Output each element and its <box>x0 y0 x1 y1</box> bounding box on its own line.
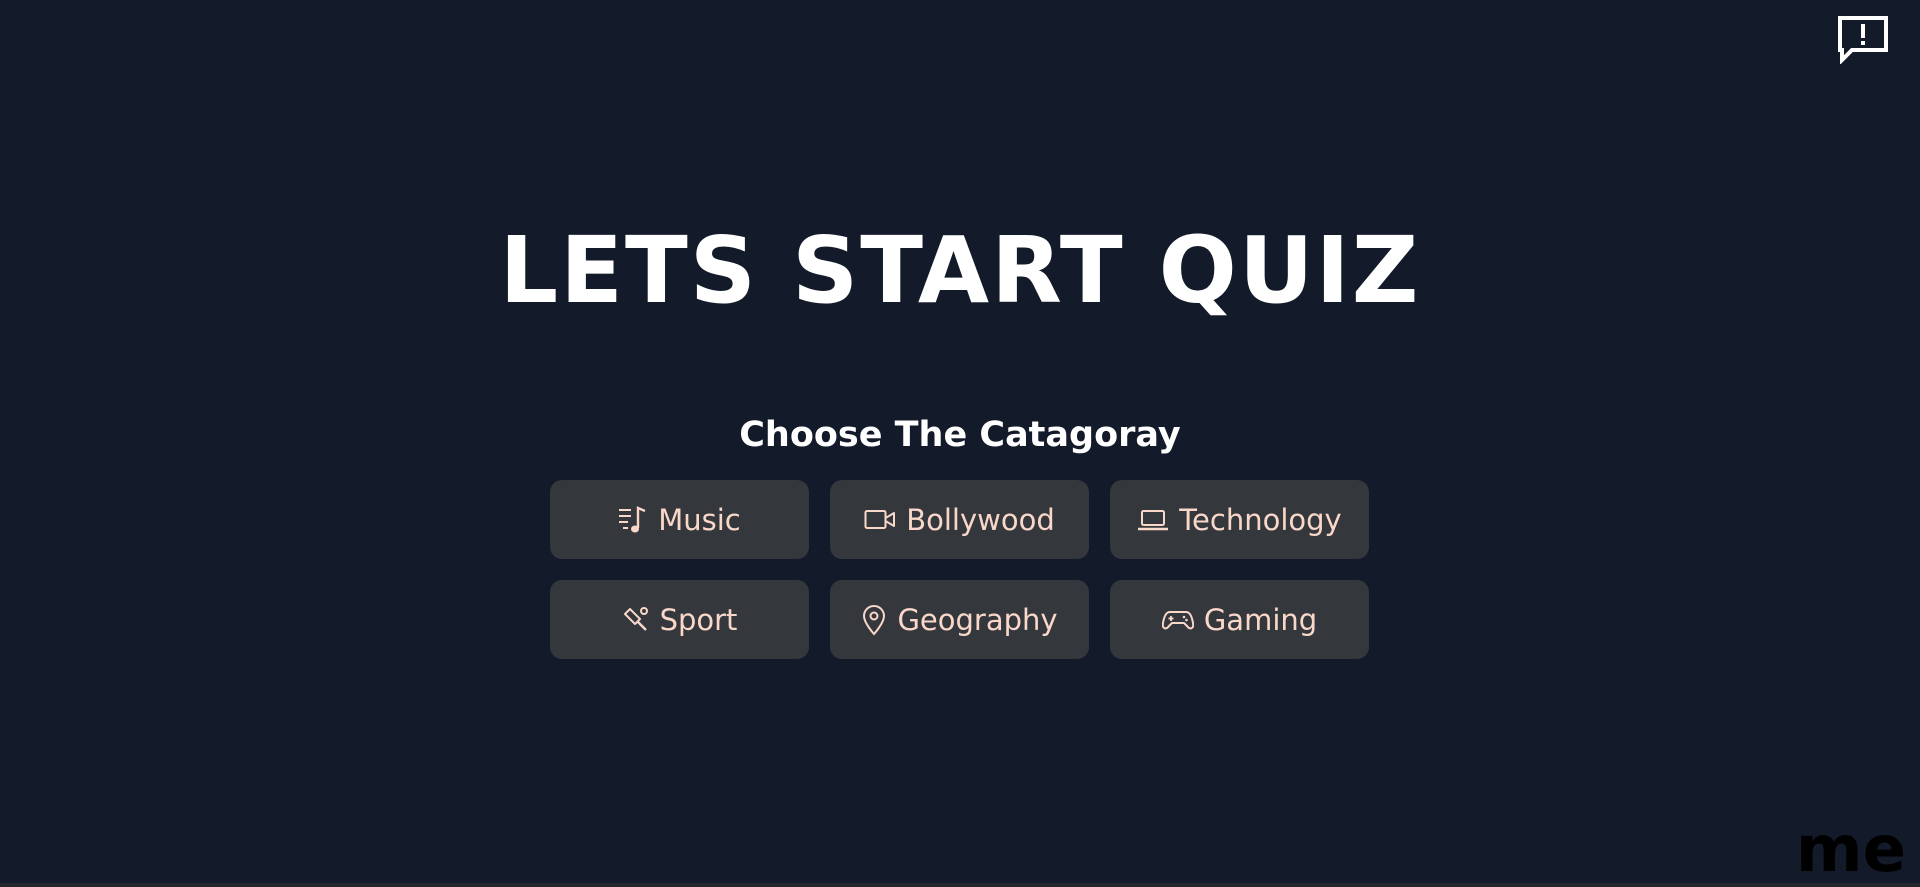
category-button-technology[interactable]: Technology <box>1110 480 1369 559</box>
category-button-geography[interactable]: Geography <box>830 580 1089 659</box>
corner-brand-text: me <box>1795 813 1906 887</box>
map-pin-icon <box>861 604 887 636</box>
category-prompt: Choose The Catagoray <box>739 415 1181 455</box>
category-button-gaming[interactable]: Gaming <box>1110 580 1369 659</box>
category-button-music[interactable]: Music <box>550 480 809 559</box>
feedback-icon[interactable] <box>1836 14 1890 65</box>
cricket-bat-icon <box>622 606 650 634</box>
category-button-sport[interactable]: Sport <box>550 580 809 659</box>
category-button-bollywood[interactable]: Bollywood <box>830 480 1089 559</box>
category-label-music: Music <box>658 502 741 537</box>
page-title: LETS START QUIZ <box>499 217 1421 324</box>
bottom-divider <box>0 883 1920 887</box>
category-grid: Music Bollywood Technology Sport Geograp… <box>550 480 1370 659</box>
category-label-sport: Sport <box>659 602 738 637</box>
category-label-gaming: Gaming <box>1203 602 1318 637</box>
video-camera-icon <box>864 508 896 532</box>
category-label-geography: Geography <box>897 602 1058 637</box>
quiz-start-page: LETS START QUIZ Choose The Catagoray Mus… <box>0 0 1920 887</box>
category-label-bollywood: Bollywood <box>906 502 1055 537</box>
laptop-icon <box>1137 508 1169 532</box>
category-label-technology: Technology <box>1179 502 1342 537</box>
music-icon <box>618 505 648 534</box>
gamepad-icon <box>1161 608 1194 632</box>
